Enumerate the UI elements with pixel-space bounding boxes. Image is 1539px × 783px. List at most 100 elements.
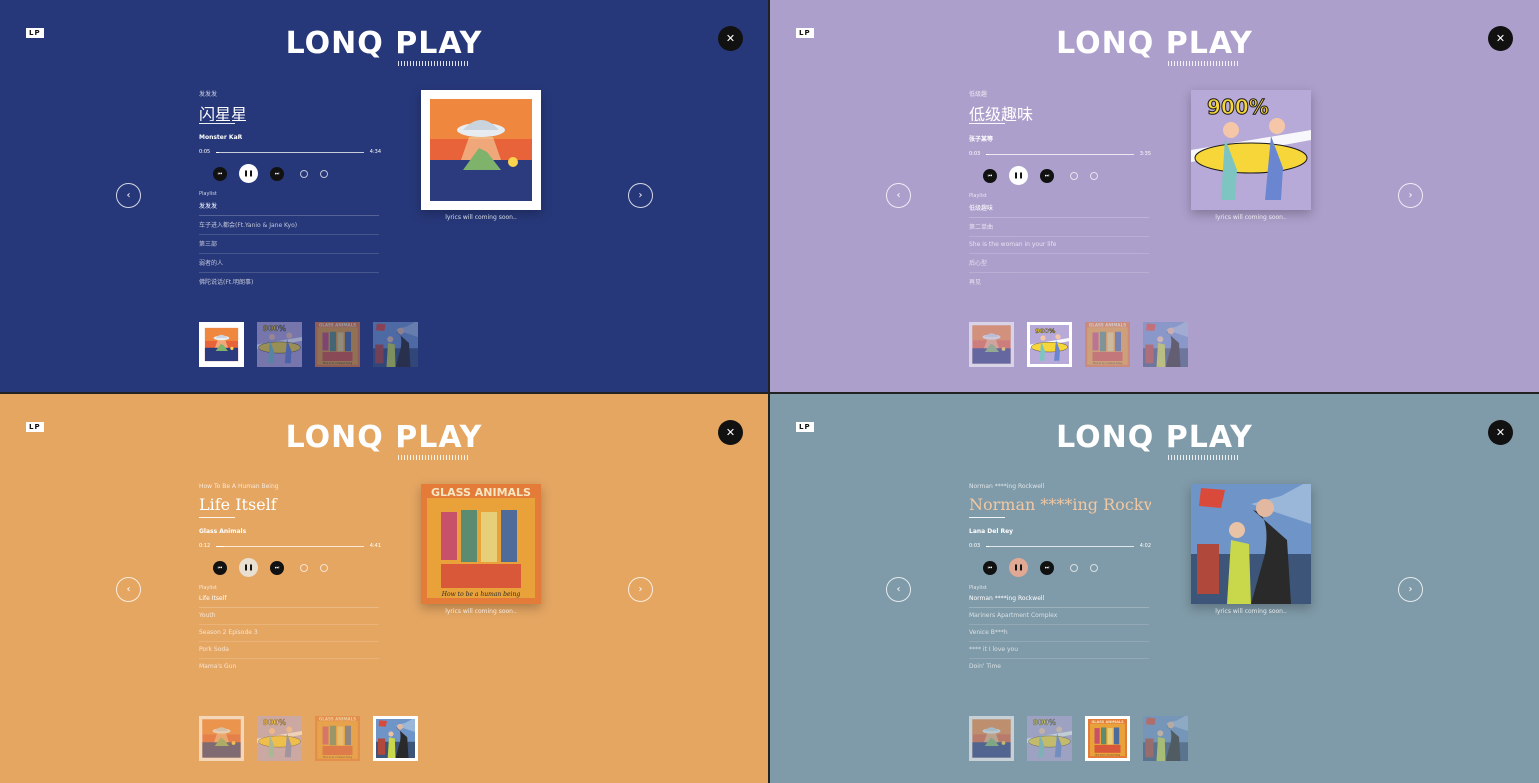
album-thumbnail[interactable]: GLASS ANIMALS How to be a human being [1085, 716, 1130, 761]
progress-track[interactable] [216, 545, 364, 547]
close-button[interactable]: ✕ [718, 26, 743, 51]
album-thumbnail[interactable]: GLASS ANIMALS How to be a human being [315, 716, 360, 761]
previous-track-button[interactable]: ⏮ [213, 166, 227, 181]
progress-bar[interactable]: 0:12 4:41 [199, 543, 381, 549]
progress-track[interactable] [216, 151, 364, 153]
playlist-item[interactable]: Life Itself [199, 591, 379, 608]
repeat-button[interactable] [1070, 563, 1078, 572]
svg-text:GLASS ANIMALS: GLASS ANIMALS [1089, 323, 1126, 328]
playlist-item[interactable]: Norman ****ing Rockwell [969, 591, 1149, 608]
title-underline [199, 517, 235, 518]
skip-back-icon: ⏮ [217, 170, 223, 177]
next-album-button[interactable]: › [1398, 577, 1423, 602]
shuffle-button[interactable] [1090, 171, 1098, 180]
progress-bar[interactable]: 0:03 4:02 [969, 543, 1151, 549]
playlist-item[interactable]: **** it I love you [969, 642, 1149, 659]
album-thumbnail[interactable]: GLASS ANIMALS How to be a human being [315, 322, 360, 367]
shuffle-button[interactable] [1090, 563, 1098, 572]
next-track-button[interactable]: ⏭ [270, 560, 284, 575]
prev-album-button[interactable]: ‹ [886, 183, 911, 208]
svg-text:GLASS ANIMALS: GLASS ANIMALS [319, 323, 356, 328]
playlist-item[interactable]: Season 2 Episode 3 [199, 625, 379, 642]
album-thumbnail[interactable]: GLASS ANIMALS How to be a human being [1085, 322, 1130, 367]
album-thumbnail[interactable] [1143, 322, 1188, 367]
shuffle-button[interactable] [320, 169, 328, 178]
playlist-item[interactable]: Pork Soda [199, 642, 379, 659]
previous-track-button[interactable]: ⏮ [983, 560, 997, 575]
close-button[interactable]: ✕ [1488, 26, 1513, 51]
playlist-item[interactable]: 低级趣味 [969, 199, 1149, 218]
playlist-item[interactable]: She is the woman in your life [969, 237, 1149, 254]
playlist-item[interactable]: Mama's Gun [199, 659, 379, 675]
playlist-item[interactable]: 佛陀说话(Ft.明朗事) [199, 273, 379, 291]
playlist-item[interactable]: 再见 [969, 273, 1149, 291]
album-thumbnail[interactable]: 900% [257, 322, 302, 367]
chevron-left-icon: ‹ [896, 584, 901, 595]
prev-album-button[interactable]: ‹ [886, 577, 911, 602]
album-thumbnail[interactable]: 900% [1027, 322, 1072, 367]
progress-bar[interactable]: 0:05 4:34 [199, 149, 381, 155]
next-album-button[interactable]: › [1398, 183, 1423, 208]
play-pause-button[interactable]: ❚❚ [239, 164, 258, 183]
repeat-button[interactable] [300, 169, 308, 178]
playlist: Norman ****ing Rockwell Mariners Apartmen… [969, 591, 1151, 675]
album-thumbnail[interactable] [373, 322, 418, 367]
album-thumbnail[interactable] [1143, 716, 1188, 761]
prev-album-button[interactable]: ‹ [116, 577, 141, 602]
next-track-button[interactable]: ⏭ [270, 166, 284, 181]
playlist-item[interactable]: Doin' Time [969, 659, 1149, 675]
playlist-item[interactable]: 后心型 [969, 254, 1149, 273]
playback-controls: ⏮ ❚❚ ⏭ [969, 166, 1151, 185]
player-panel-3: LP LONQ PLAY ✕ ‹ › How To Be A Human Bei… [0, 394, 768, 783]
previous-track-button[interactable]: ⏮ [983, 168, 997, 183]
playlist-item[interactable]: Venice B***h [969, 625, 1149, 642]
progress-track[interactable] [986, 153, 1134, 155]
chevron-right-icon: › [1408, 190, 1413, 201]
close-icon: ✕ [725, 426, 736, 439]
repeat-button[interactable] [1070, 171, 1078, 180]
next-album-button[interactable]: › [628, 577, 653, 602]
shuffle-button[interactable] [320, 563, 328, 572]
album-thumbnail[interactable] [969, 322, 1014, 367]
play-pause-button[interactable]: ❚❚ [1009, 166, 1028, 185]
previous-track-button[interactable]: ⏮ [213, 560, 227, 575]
playlist-item[interactable]: 发发发 [199, 197, 379, 216]
playlist-item[interactable]: 弱者的人 [199, 254, 379, 273]
repeat-button[interactable] [300, 563, 308, 572]
album-thumbnail[interactable] [199, 322, 244, 367]
progress-track[interactable] [986, 545, 1134, 547]
next-track-button[interactable]: ⏭ [1040, 560, 1054, 575]
play-pause-button[interactable]: ❚❚ [1009, 558, 1028, 577]
lyrics-note: lyrics will coming soon.. [445, 214, 517, 221]
close-button[interactable]: ✕ [1488, 420, 1513, 445]
skip-back-icon: ⏮ [987, 564, 993, 571]
playlist-item[interactable]: 车子进入都会(Ft.Yanio & Jane Kyo) [199, 216, 379, 235]
next-album-button[interactable]: › [628, 183, 653, 208]
album-thumbnail[interactable]: 900% [257, 716, 302, 761]
player-panel-2: LP LONQ PLAY ✕ ‹ › 低级趣 低级趣味 张子某等 0:03 3:… [770, 0, 1539, 392]
song-title: Norman ****ing Rockwell [969, 495, 1151, 514]
playlist-item[interactable]: 第三部 [199, 235, 379, 254]
app-logo: LONQ PLAY [285, 420, 483, 455]
playlist: 发发发 车子进入都会(Ft.Yanio & Jane Kyo) 第三部 弱者的人 佛陀说… [199, 197, 381, 291]
playlist-item[interactable]: 第二单曲 [969, 218, 1149, 237]
playlist-label: Playlist [199, 191, 217, 197]
svg-text:900%: 900% [1207, 95, 1269, 119]
next-track-button[interactable]: ⏭ [1040, 168, 1054, 183]
playlist-item[interactable]: Mariners Apartment Complex [969, 608, 1149, 625]
svg-text:GLASS ANIMALS: GLASS ANIMALS [319, 717, 356, 722]
album-thumbnail[interactable] [969, 716, 1014, 761]
close-button[interactable]: ✕ [718, 420, 743, 445]
playlist-item[interactable]: Youth [199, 608, 379, 625]
album-thumbnail[interactable] [373, 716, 418, 761]
chevron-right-icon: › [638, 190, 643, 201]
album-thumbnail[interactable]: 900% [1027, 716, 1072, 761]
chevron-left-icon: ‹ [896, 190, 901, 201]
progress-bar[interactable]: 0:03 3:35 [969, 151, 1151, 157]
prev-album-button[interactable]: ‹ [116, 183, 141, 208]
album-name: 低级趣 [969, 91, 988, 98]
player-panel-4: LP LONQ PLAY ✕ ‹ › Norman ****ing Rockwe… [770, 394, 1539, 783]
svg-text:GLASS ANIMALS: GLASS ANIMALS [431, 486, 531, 499]
play-pause-button[interactable]: ❚❚ [239, 558, 258, 577]
album-thumbnail[interactable] [199, 716, 244, 761]
